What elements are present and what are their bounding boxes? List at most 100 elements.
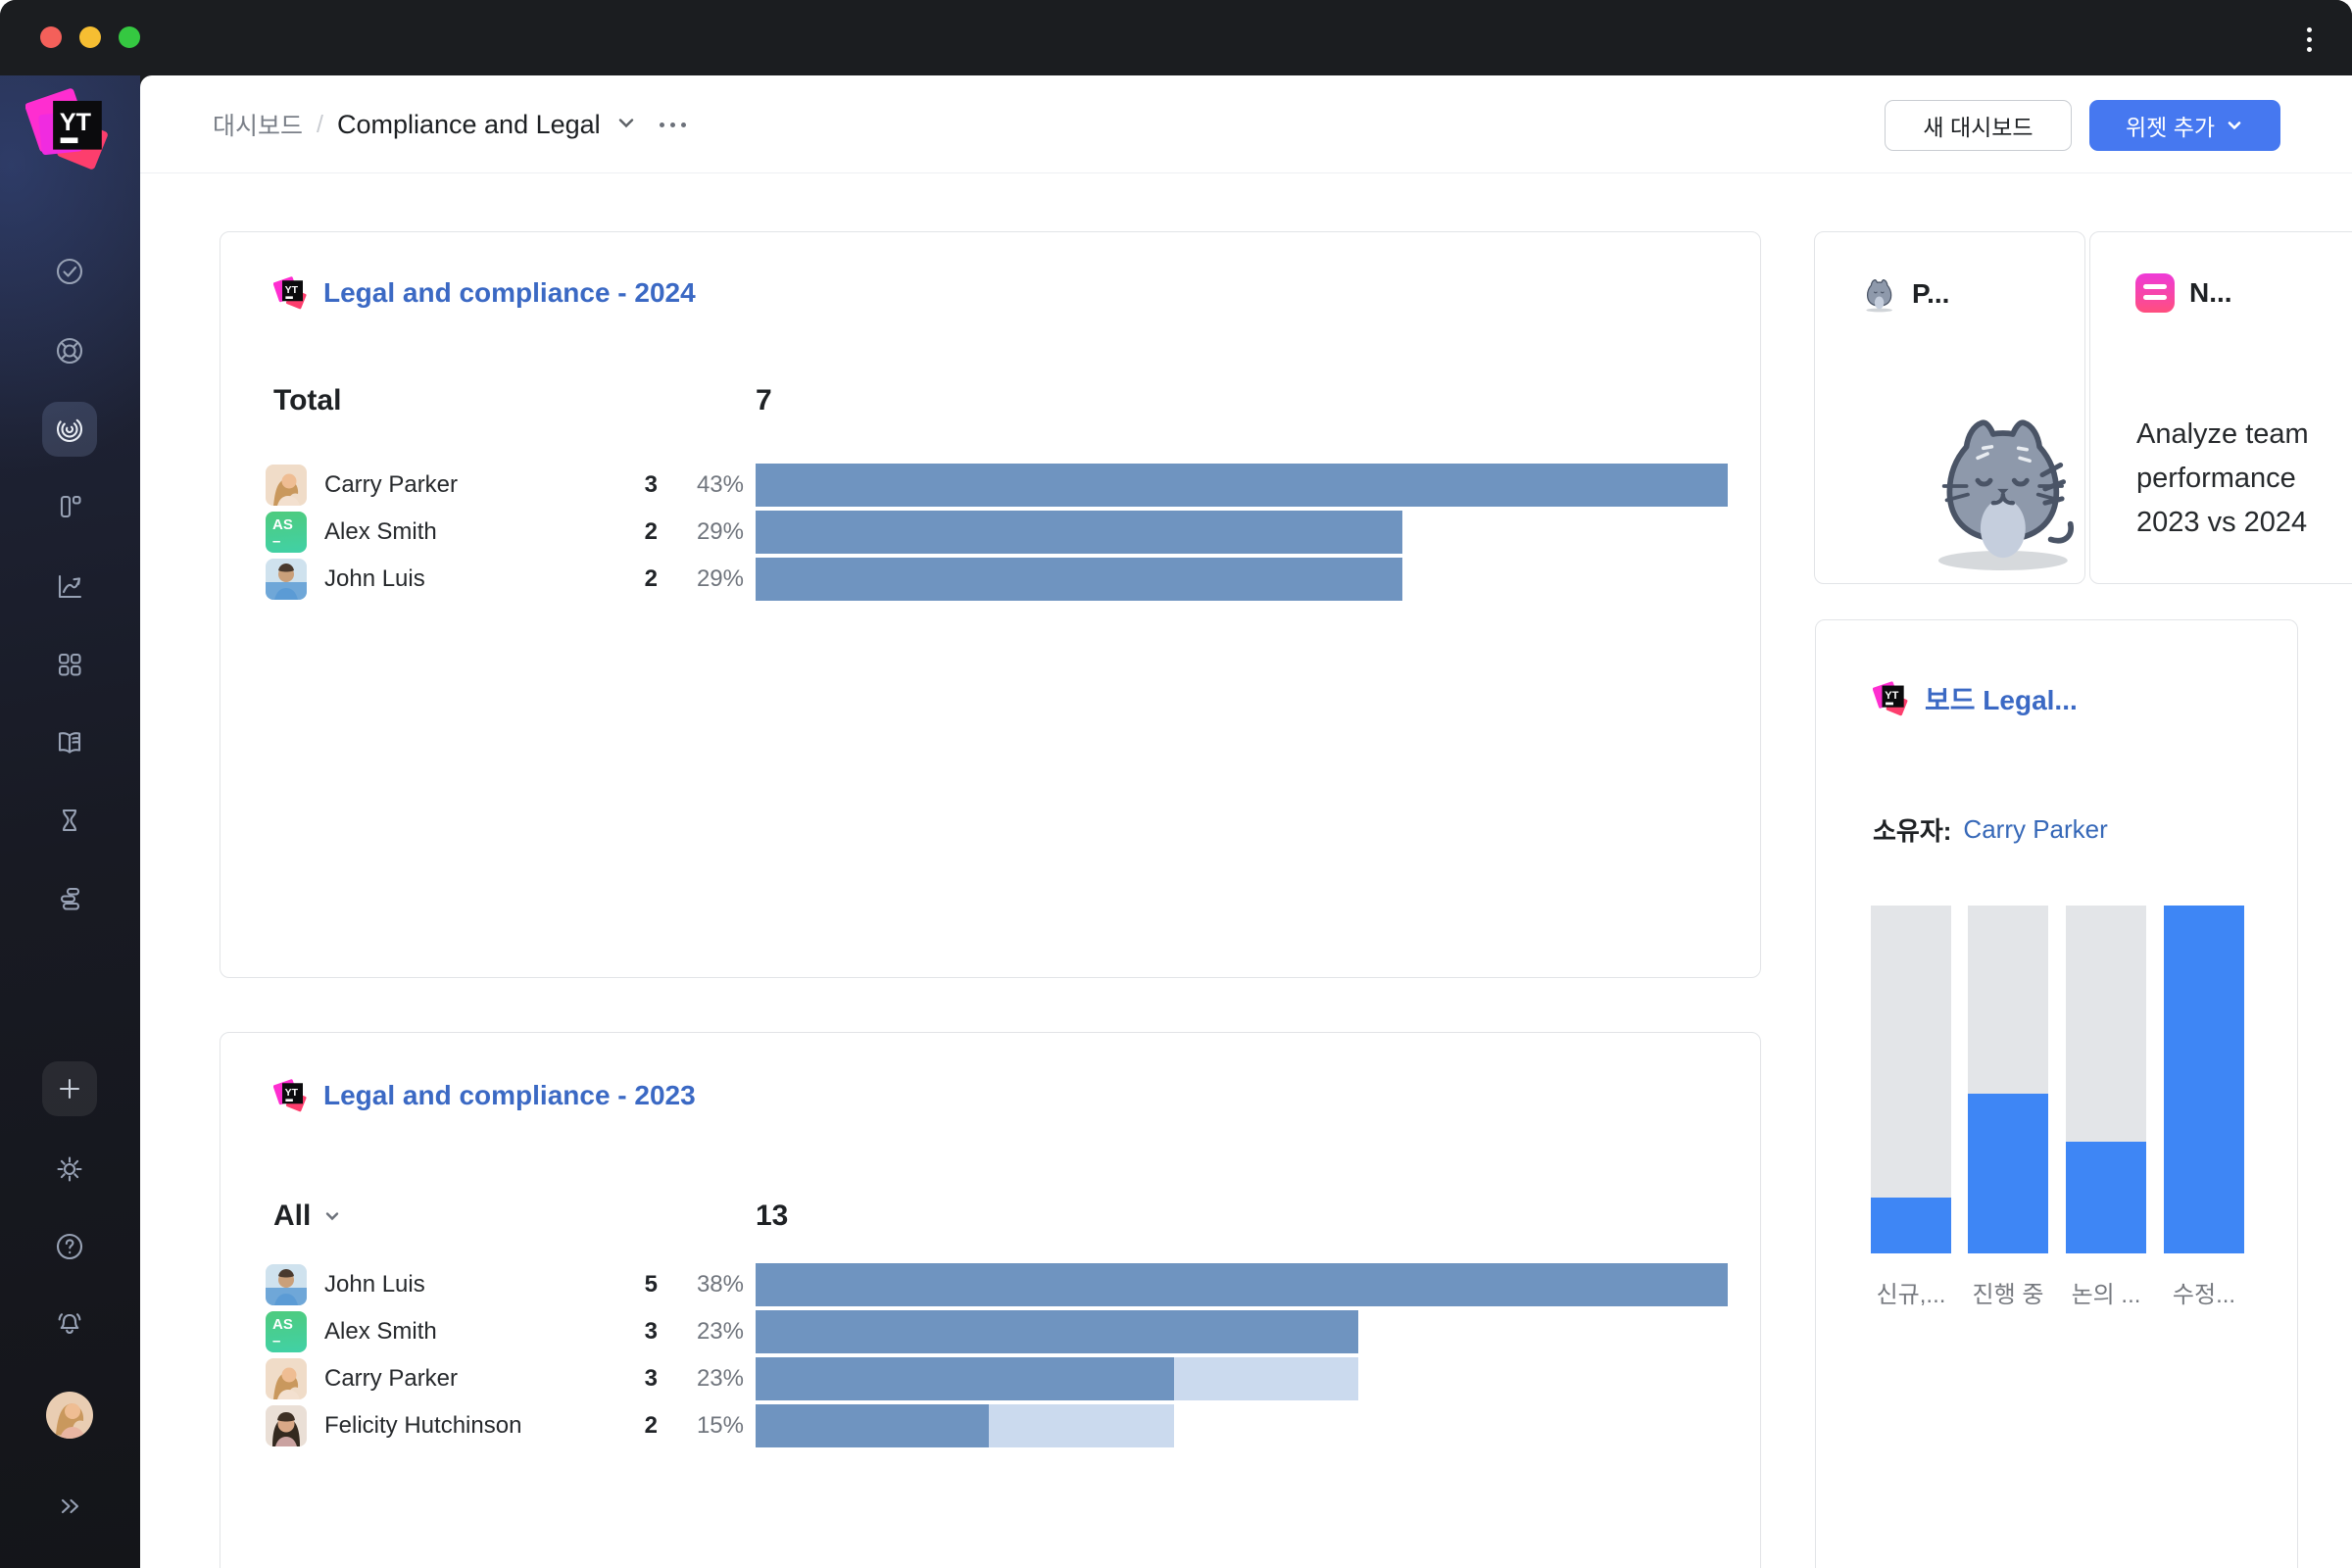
bar[interactable]	[756, 1357, 1728, 1400]
breadcrumb-dashboards[interactable]: 대시보드	[213, 107, 303, 142]
check-circle-icon	[54, 256, 85, 287]
user-link[interactable]: John Luis	[324, 556, 425, 603]
bar[interactable]	[756, 464, 1728, 507]
bar-unresolved-segment	[1174, 1357, 1358, 1400]
svg-text:YT: YT	[285, 284, 299, 296]
bar[interactable]	[756, 558, 1728, 601]
board-chart	[1816, 906, 2297, 1253]
hourglass-icon	[54, 805, 85, 836]
minimize-window-button[interactable]	[79, 26, 101, 48]
sidebar-item-dashboards[interactable]	[42, 402, 97, 457]
bar[interactable]	[756, 1310, 1728, 1353]
user-link[interactable]: Carry Parker	[324, 1355, 458, 1402]
owner-link[interactable]: Carry Parker	[1963, 814, 2107, 845]
user-link[interactable]: Felicity Hutchinson	[324, 1402, 521, 1449]
bar[interactable]	[756, 511, 1728, 554]
board-column-label: 수정...	[2156, 1275, 2252, 1309]
create-new-button[interactable]	[42, 1061, 97, 1116]
widget-pet: P...	[1814, 231, 2085, 584]
sidebar-item-helpdesk[interactable]	[42, 323, 97, 378]
sidebar: YT	[0, 75, 140, 1568]
add-widget-button[interactable]: 위젯 추가	[2089, 100, 2280, 151]
youtrack-logo[interactable]: YT	[25, 85, 114, 173]
sidebar-item-issues[interactable]	[42, 244, 97, 299]
widget-title-link[interactable]: YT Legal and compliance - 2024	[273, 275, 696, 311]
help-button[interactable]	[42, 1219, 97, 1274]
app-window: YT	[0, 0, 2352, 1568]
total-value: 13	[756, 1200, 788, 1233]
pet-title: P...	[1912, 278, 1949, 310]
widget-title-link[interactable]: P...	[1860, 275, 1949, 313]
bar-resolved-segment	[756, 558, 1402, 601]
issue-percent: 29%	[667, 556, 744, 603]
issue-count: 5	[544, 1261, 658, 1308]
filter-label[interactable]: All	[273, 1200, 311, 1233]
page-header: 대시보드 / Compliance and Legal 새 대시보드 위젯 추가	[140, 75, 2352, 173]
widget-title-link[interactable]: YT 보드 Legal...	[1873, 679, 2078, 718]
user-avatar[interactable]	[46, 1392, 93, 1439]
sidebar-item-reports[interactable]	[42, 560, 97, 614]
widget-report-2024: YT Legal and compliance - 2024 Total 7 C…	[220, 231, 1761, 978]
note-title: N...	[2189, 277, 2232, 309]
close-window-button[interactable]	[40, 26, 62, 48]
svg-text:YT: YT	[285, 1087, 299, 1099]
sidebar-item-timesheets[interactable]	[42, 793, 97, 848]
issue-count: 2	[544, 1402, 658, 1449]
zoom-window-button[interactable]	[119, 26, 140, 48]
settings-button[interactable]	[42, 1142, 97, 1197]
widget-title-link[interactable]: N...	[2135, 273, 2232, 313]
main-content: 대시보드 / Compliance and Legal 새 대시보드 위젯 추가	[140, 75, 2352, 1568]
total-value: 7	[756, 384, 772, 417]
bar[interactable]	[756, 1404, 1728, 1447]
bar-resolved-segment	[756, 464, 1728, 507]
expand-sidebar-button[interactable]	[42, 1479, 97, 1534]
new-dashboard-button[interactable]: 새 대시보드	[1885, 100, 2072, 151]
user-link[interactable]: Alex Smith	[324, 509, 437, 556]
avatar-john-luis	[266, 559, 307, 600]
report-row: Carry Parker 3 23%	[220, 1355, 1760, 1402]
chevron-down-icon[interactable]	[614, 111, 638, 139]
chevron-down-icon[interactable]	[322, 1206, 342, 1226]
sidebar-item-boards[interactable]	[42, 479, 97, 534]
youtrack-icon: YT	[273, 1078, 309, 1113]
board-bar[interactable]	[1871, 906, 1951, 1253]
note-text: Analyze team performance 2023 vs 2024	[2136, 413, 2352, 545]
bar-unresolved-segment	[989, 1404, 1173, 1447]
sidebar-item-knowledge-base[interactable]	[42, 715, 97, 770]
board-bar[interactable]	[2066, 906, 2146, 1253]
widget-title-link[interactable]: YT Legal and compliance - 2023	[273, 1078, 696, 1113]
svg-text:YT: YT	[60, 109, 92, 136]
board-bar[interactable]	[1968, 906, 2048, 1253]
report-row: John Luis 2 29%	[220, 556, 1760, 603]
youtrack-icon: YT	[273, 275, 309, 311]
user-link[interactable]: John Luis	[324, 1261, 425, 1308]
bar-resolved-segment	[756, 1263, 1728, 1306]
report-row: Carry Parker 3 43%	[220, 462, 1760, 509]
profile-photo	[46, 1392, 93, 1439]
note-icon	[2135, 273, 2175, 313]
svg-text:YT: YT	[1885, 690, 1898, 702]
issue-percent: 43%	[667, 462, 744, 509]
widget-report-2023: YT Legal and compliance - 2023 All 13 Jo…	[220, 1032, 1761, 1568]
book-icon	[54, 727, 85, 759]
user-link[interactable]: Carry Parker	[324, 462, 458, 509]
sidebar-item-gantt[interactable]	[42, 871, 97, 926]
apps-grid-icon	[54, 649, 85, 680]
add-widget-label: 위젯 추가	[2126, 109, 2215, 142]
avatar-felicity-hutchinson	[266, 1405, 307, 1446]
user-link[interactable]: Alex Smith	[324, 1308, 437, 1355]
board-column-label: 논의 ...	[2058, 1275, 2154, 1309]
board-bar[interactable]	[2164, 906, 2244, 1253]
kebab-menu-icon[interactable]	[2297, 22, 2321, 57]
bar[interactable]	[756, 1263, 1728, 1306]
avatar-initials: AS	[272, 1316, 307, 1333]
bar-resolved-segment	[756, 1310, 1358, 1353]
page-title[interactable]: Compliance and Legal	[337, 110, 601, 140]
notifications-button[interactable]	[42, 1296, 97, 1350]
board-title: 보드 Legal...	[1925, 679, 2078, 718]
trend-chart-icon	[54, 571, 85, 603]
chevron-down-icon	[2225, 116, 2244, 135]
sidebar-item-apps[interactable]	[42, 637, 97, 692]
owner-row: 소유자: Carry Parker	[1873, 809, 2108, 849]
ellipsis-menu-icon[interactable]	[660, 122, 686, 127]
